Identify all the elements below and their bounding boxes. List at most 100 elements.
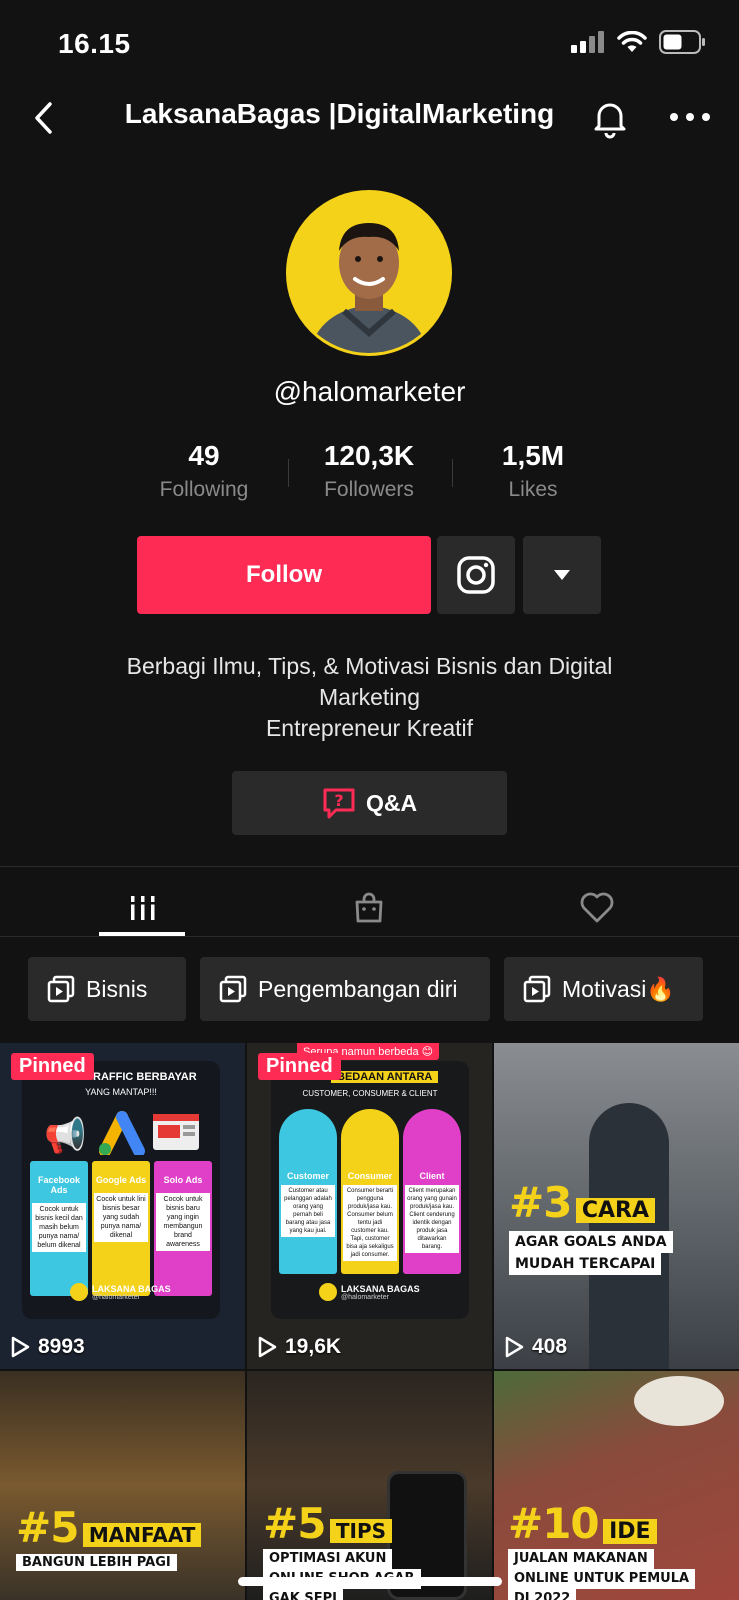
status-time: 16.15 — [58, 28, 131, 59]
card-title: Consumer — [347, 1171, 393, 1181]
playlist-label: Motivasi🔥 — [562, 975, 675, 1002]
playlist-label: Pengembangan diri — [258, 975, 458, 1002]
suggested-accounts-button[interactable] — [523, 536, 601, 614]
thumb-number: #5 — [263, 1499, 326, 1548]
thumb-word: MANFAAT — [82, 1523, 202, 1547]
card-title: Client — [419, 1171, 445, 1181]
caret-down-icon — [554, 570, 570, 580]
tab-videos[interactable] — [20, 880, 266, 936]
battery-icon — [659, 30, 705, 54]
pinned-badge: Pinned — [258, 1053, 341, 1080]
card-desc: Consumer berarti pengguna produk/jasa ka… — [343, 1185, 397, 1261]
playlist-chip-bisnis[interactable]: Bisnis — [28, 957, 186, 1021]
avatar-photo — [289, 193, 449, 353]
thumb-word: IDE — [603, 1519, 657, 1544]
video-tile[interactable]: BER TRAFFIC BERBAYAR YANG MANTAP!!! 📢 Fa… — [0, 1043, 245, 1369]
play-icon — [505, 1336, 524, 1358]
thumb-number: #3 — [509, 1178, 572, 1227]
info-card: Facebook Ads Cocok untuk bisnis kecil da… — [30, 1161, 88, 1296]
play-icon — [258, 1336, 277, 1358]
follow-button[interactable]: Follow — [137, 536, 431, 614]
card-desc: Customer atau pelanggan adalah orang yan… — [281, 1185, 335, 1237]
shop-bag-icon — [355, 892, 383, 923]
profile-title: LaksanaBagas |DigitalMarketing — [124, 98, 555, 129]
tab-shop[interactable] — [246, 880, 492, 936]
svg-text:?: ? — [334, 791, 343, 810]
username: @halomarketer — [273, 376, 466, 407]
info-card: Customer Customer atau pelanggan adalah … — [279, 1109, 337, 1274]
home-indicator[interactable] — [238, 1577, 502, 1586]
thumb-word: TIPS — [329, 1519, 393, 1543]
card-desc: Cocok untuk lini bisnis besar yang sudah… — [94, 1193, 148, 1242]
brand-name: LAKSANA BAGAS — [341, 1283, 420, 1294]
video-tile[interactable]: Serupa namun berbeda 😊 BEDAAN ANTARA CUS… — [247, 1043, 492, 1369]
divider — [0, 936, 739, 937]
card-title: Google Ads — [95, 1175, 147, 1185]
avatar[interactable] — [286, 190, 452, 356]
card-desc: Cocok untuk bisnis baru yang ingin memba… — [156, 1193, 210, 1251]
following-label: Following — [159, 478, 249, 501]
followers-count: 120,3K — [323, 440, 415, 471]
info-card: Solo Ads Cocok untuk bisnis baru yang in… — [154, 1161, 212, 1296]
video-tile[interactable]: #5 MANFAAT BANGUN LEBIH PAGI — [0, 1371, 245, 1600]
signal-icon — [571, 31, 604, 53]
video-tile[interactable]: #5 TIPS OPTIMASI AKUN ONLINE SHOP AGAR G… — [247, 1371, 492, 1600]
thumb-line: ONLINE UNTUK PEMULA — [508, 1569, 696, 1589]
thumb-title: #5 TIPS — [263, 1499, 393, 1548]
stat-likes[interactable]: 1,5M Likes — [453, 440, 613, 502]
brand-handle: @halomarketer — [341, 1293, 389, 1301]
videos-grid-icon — [128, 896, 158, 920]
play-count: 408 — [504, 1335, 567, 1359]
playlist-icon — [47, 975, 75, 1003]
thumb-line: DI 2022 — [508, 1589, 577, 1600]
thumb-lines: BANGUN LEBIH PAGI — [16, 1554, 177, 1571]
stat-followers[interactable]: 120,3K Followers — [289, 440, 449, 502]
playlist-icon — [523, 975, 551, 1003]
brand-avatar — [319, 1283, 337, 1301]
video-thumbnail-card: BER TRAFFIC BERBAYAR YANG MANTAP!!! 📢 Fa… — [22, 1061, 220, 1319]
video-thumbnail-card: BEDAAN ANTARA CUSTOMER, CONSUMER & CLIEN… — [271, 1061, 469, 1319]
notification-bell-button[interactable] — [590, 96, 630, 140]
brand-tag: LAKSANA BAGAS @halomarketer — [70, 1283, 171, 1301]
card-desc: Client merupakan orang yang gunain produ… — [405, 1185, 459, 1253]
liked-heart-icon — [580, 892, 614, 923]
qa-button[interactable]: ? Q&A — [232, 771, 507, 835]
thumb-lines: AGAR GOALS ANDA MUDAH TERCAPAI — [509, 1231, 673, 1275]
instagram-button[interactable] — [437, 536, 515, 614]
instagram-icon — [457, 556, 495, 594]
thumb-lines: JUALAN MAKANAN ONLINE UNTUK PEMULA DI 20… — [508, 1549, 696, 1600]
bell-icon — [594, 103, 626, 139]
stat-following[interactable]: 49 Following — [124, 440, 284, 502]
solo-ads-icon — [153, 1114, 199, 1150]
thumb-line: MUDAH TERCAPAI — [509, 1253, 662, 1275]
playlist-chip-motivasi[interactable]: Motivasi🔥 — [504, 957, 703, 1021]
chevron-left-icon — [35, 102, 52, 134]
card-title: Solo Ads — [163, 1175, 203, 1185]
brand-tag: LAKSANA BAGAS @halomarketer — [319, 1283, 420, 1301]
megaphone-icon: 📢 — [44, 1117, 87, 1155]
thumb-line: BANGUN LEBIH PAGI — [16, 1554, 177, 1571]
thumb-line: AGAR GOALS ANDA — [509, 1231, 673, 1253]
status-icons — [571, 30, 705, 54]
qa-icon: ? — [323, 788, 355, 819]
playlist-icon — [219, 975, 247, 1003]
play-count-value: 408 — [532, 1335, 568, 1358]
thumb-lines: OPTIMASI AKUN ONLINE SHOP AGAR GAK SEPI — [263, 1549, 421, 1600]
thumb-word: CARA — [575, 1198, 656, 1223]
bio-line: Berbagi Ilmu, Tips, & Motivasi Bisnis da… — [126, 653, 613, 679]
video-tile[interactable]: #3 CARA AGAR GOALS ANDA MUDAH TERCAPAI 4… — [494, 1043, 739, 1369]
thumb-headline: BEDAAN ANTARA — [331, 1071, 439, 1083]
playlist-chip-pengembangan-diri[interactable]: Pengembangan diri — [200, 957, 490, 1021]
thumb-number: #5 — [16, 1503, 79, 1552]
wifi-icon — [617, 31, 647, 52]
brand-name: LAKSANA BAGAS — [92, 1283, 171, 1294]
play-count: 8993 — [10, 1335, 85, 1359]
info-card: Google Ads Cocok untuk lini bisnis besar… — [92, 1161, 150, 1296]
pinned-badge: Pinned — [11, 1053, 94, 1080]
bio: Berbagi Ilmu, Tips, & Motivasi Bisnis da… — [60, 651, 679, 744]
thumb-subline: YANG MANTAP!!! — [85, 1087, 157, 1097]
video-tile[interactable]: #10 IDE JUALAN MAKANAN ONLINE UNTUK PEMU… — [494, 1371, 739, 1600]
more-options-button[interactable] — [668, 102, 712, 132]
back-button[interactable] — [26, 96, 66, 140]
tab-liked[interactable] — [474, 880, 720, 936]
